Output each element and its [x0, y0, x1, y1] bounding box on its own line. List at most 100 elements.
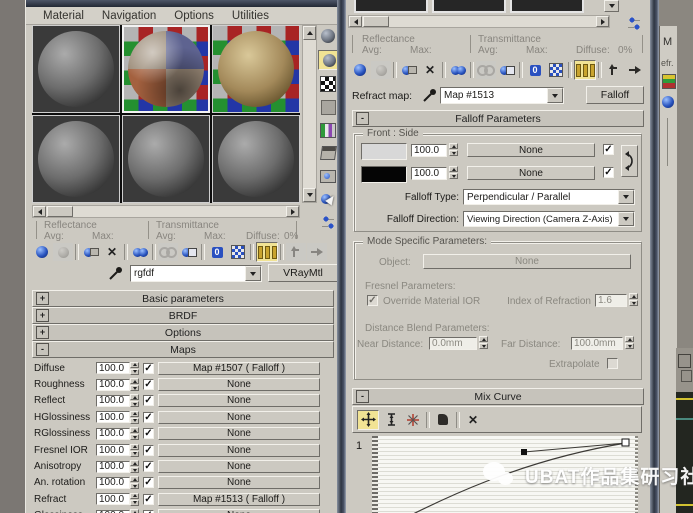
map-amount-spinner[interactable]	[130, 427, 139, 441]
map-amount-field[interactable]: 100.0	[96, 411, 130, 424]
reset-map-icon[interactable]: ✕	[102, 243, 122, 261]
material-slot-active[interactable]	[122, 25, 210, 113]
window-titlebar[interactable]	[26, 0, 338, 7]
map-amount-field[interactable]: 100.0	[96, 493, 130, 506]
put-to-library-icon[interactable]	[497, 61, 517, 79]
extrapolate-checkbox[interactable]	[607, 358, 618, 369]
front-map-button[interactable]: None	[467, 143, 595, 157]
side-amount-field[interactable]: 100.0	[411, 167, 447, 180]
material-id-channel-icon[interactable]: 0	[525, 61, 545, 79]
map-amount-spinner[interactable]	[130, 476, 139, 490]
falloff-type-dropdown[interactable]: Perpendicular / Parallel	[463, 189, 635, 205]
map-amount-field[interactable]: 100.0	[96, 460, 130, 473]
near-distance-field[interactable]: 0.0mm	[429, 337, 477, 350]
pick-material-eyedropper-icon[interactable]	[108, 266, 123, 284]
index-of-refraction-spinner[interactable]	[629, 293, 638, 306]
map-amount-field[interactable]: 100.0	[96, 427, 130, 440]
map-amount-spinner[interactable]	[130, 378, 139, 392]
make-material-copy-icon[interactable]	[448, 61, 468, 79]
move-point-icon[interactable]	[357, 409, 379, 430]
map-amount-spinner[interactable]	[130, 361, 139, 375]
map-amount-field[interactable]: 100.0	[96, 476, 130, 489]
map-enable-checkbox[interactable]: ✓	[143, 493, 154, 505]
map-amount-spinner[interactable]	[130, 394, 139, 408]
menu-options[interactable]: Options	[165, 10, 223, 22]
video-color-check-icon[interactable]	[318, 121, 338, 139]
dropdown-arrow-icon[interactable]	[547, 88, 563, 103]
scroll-thumb[interactable]	[363, 16, 389, 27]
falloff-direction-dropdown[interactable]: Viewing Direction (Camera Z-Axis)	[463, 211, 635, 227]
map-enable-checkbox[interactable]: ✓	[143, 379, 154, 391]
show-map-in-viewport-icon[interactable]	[228, 243, 248, 261]
rollout-mix-curve[interactable]: - Mix Curve	[352, 388, 644, 405]
dropdown-arrow-icon[interactable]	[618, 190, 634, 204]
rollout-collapse-icon[interactable]: -	[356, 112, 369, 125]
material-slot[interactable]	[122, 115, 210, 203]
map-name-dropdown[interactable]: Map #1513	[440, 87, 564, 104]
material-name-dropdown[interactable]: rgfdf	[130, 265, 262, 282]
override-material-ior-checkbox[interactable]: ✓	[367, 295, 378, 306]
map-button[interactable]: None	[158, 460, 320, 474]
go-to-parent-icon[interactable]	[286, 243, 306, 261]
map-enable-checkbox[interactable]: ✓	[143, 411, 154, 423]
map-button[interactable]: None	[158, 427, 320, 441]
material-slot[interactable]	[354, 0, 428, 13]
material-map-navigator-icon[interactable]	[628, 16, 641, 34]
map-amount-spinner[interactable]	[130, 509, 139, 513]
delete-point-icon[interactable]	[433, 410, 453, 429]
map-button[interactable]: Map #1513 ( Falloff )	[158, 492, 320, 506]
menu-material[interactable]: Material	[34, 10, 93, 22]
map-button[interactable]: None	[158, 410, 320, 424]
rollout-expand-icon[interactable]: +	[36, 326, 49, 339]
put-to-library-icon[interactable]	[179, 243, 199, 261]
slots-vertical-scrollbar[interactable]	[302, 25, 317, 203]
map-button[interactable]: Map #1507 ( Falloff )	[158, 361, 320, 375]
map-amount-spinner[interactable]	[130, 443, 139, 457]
material-slot[interactable]	[32, 25, 120, 113]
assign-material-to-selection-icon[interactable]	[81, 243, 101, 261]
background-checker-icon[interactable]	[318, 75, 338, 93]
put-material-to-scene-icon[interactable]	[371, 61, 391, 79]
sample-uv-tiling-icon[interactable]	[318, 98, 338, 116]
scroll-right-button[interactable]	[596, 16, 609, 27]
scroll-left-button[interactable]	[349, 16, 362, 27]
rollout-options[interactable]: + Options	[32, 324, 334, 341]
go-forward-to-sibling-icon[interactable]	[307, 243, 327, 261]
side-amount-spinner[interactable]	[449, 166, 458, 179]
curve-bezier-handle[interactable]	[521, 449, 527, 455]
scroll-left-button[interactable]	[33, 206, 46, 217]
material-map-navigator-icon[interactable]	[318, 213, 338, 231]
material-slot[interactable]	[212, 115, 300, 203]
reset-curve-icon[interactable]: ✕	[463, 410, 483, 429]
rollout-maps[interactable]: - Maps	[32, 341, 334, 358]
menu-navigation[interactable]: Navigation	[93, 10, 165, 22]
scroll-down-button[interactable]	[303, 188, 316, 202]
slots-horizontal-scrollbar[interactable]	[32, 205, 300, 218]
dropdown-arrow-icon[interactable]	[245, 266, 261, 281]
far-distance-spinner[interactable]	[625, 336, 634, 349]
map-amount-spinner[interactable]	[130, 492, 139, 506]
make-unique-icon[interactable]	[158, 243, 178, 261]
index-of-refraction-field[interactable]: 1.6	[595, 294, 627, 307]
select-by-material-icon[interactable]	[318, 190, 338, 208]
material-slot[interactable]	[432, 0, 506, 13]
sample-type-sphere-icon[interactable]	[318, 27, 338, 45]
map-enable-checkbox[interactable]: ✓	[143, 444, 154, 456]
scale-point-icon[interactable]	[381, 410, 401, 429]
scroll-down-button[interactable]	[604, 0, 619, 12]
map-enable-checkbox[interactable]: ✓	[143, 461, 154, 473]
map-button[interactable]: None	[158, 378, 320, 392]
material-slot[interactable]	[32, 115, 120, 203]
go-to-parent-icon[interactable]	[604, 61, 624, 79]
map-button[interactable]: None	[158, 476, 320, 490]
scroll-thumb[interactable]	[47, 206, 73, 217]
rollout-collapse-icon[interactable]: -	[356, 390, 369, 403]
make-unique-icon[interactable]	[476, 61, 496, 79]
side-color-swatch[interactable]	[361, 166, 407, 183]
menu-utilities[interactable]: Utilities	[223, 10, 278, 22]
make-material-copy-icon[interactable]	[130, 243, 150, 261]
reset-map-icon[interactable]: ✕	[420, 61, 440, 79]
front-color-swatch[interactable]	[361, 143, 407, 160]
map-enable-checkbox[interactable]: ✓	[143, 428, 154, 440]
scroll-up-button[interactable]	[303, 26, 316, 40]
